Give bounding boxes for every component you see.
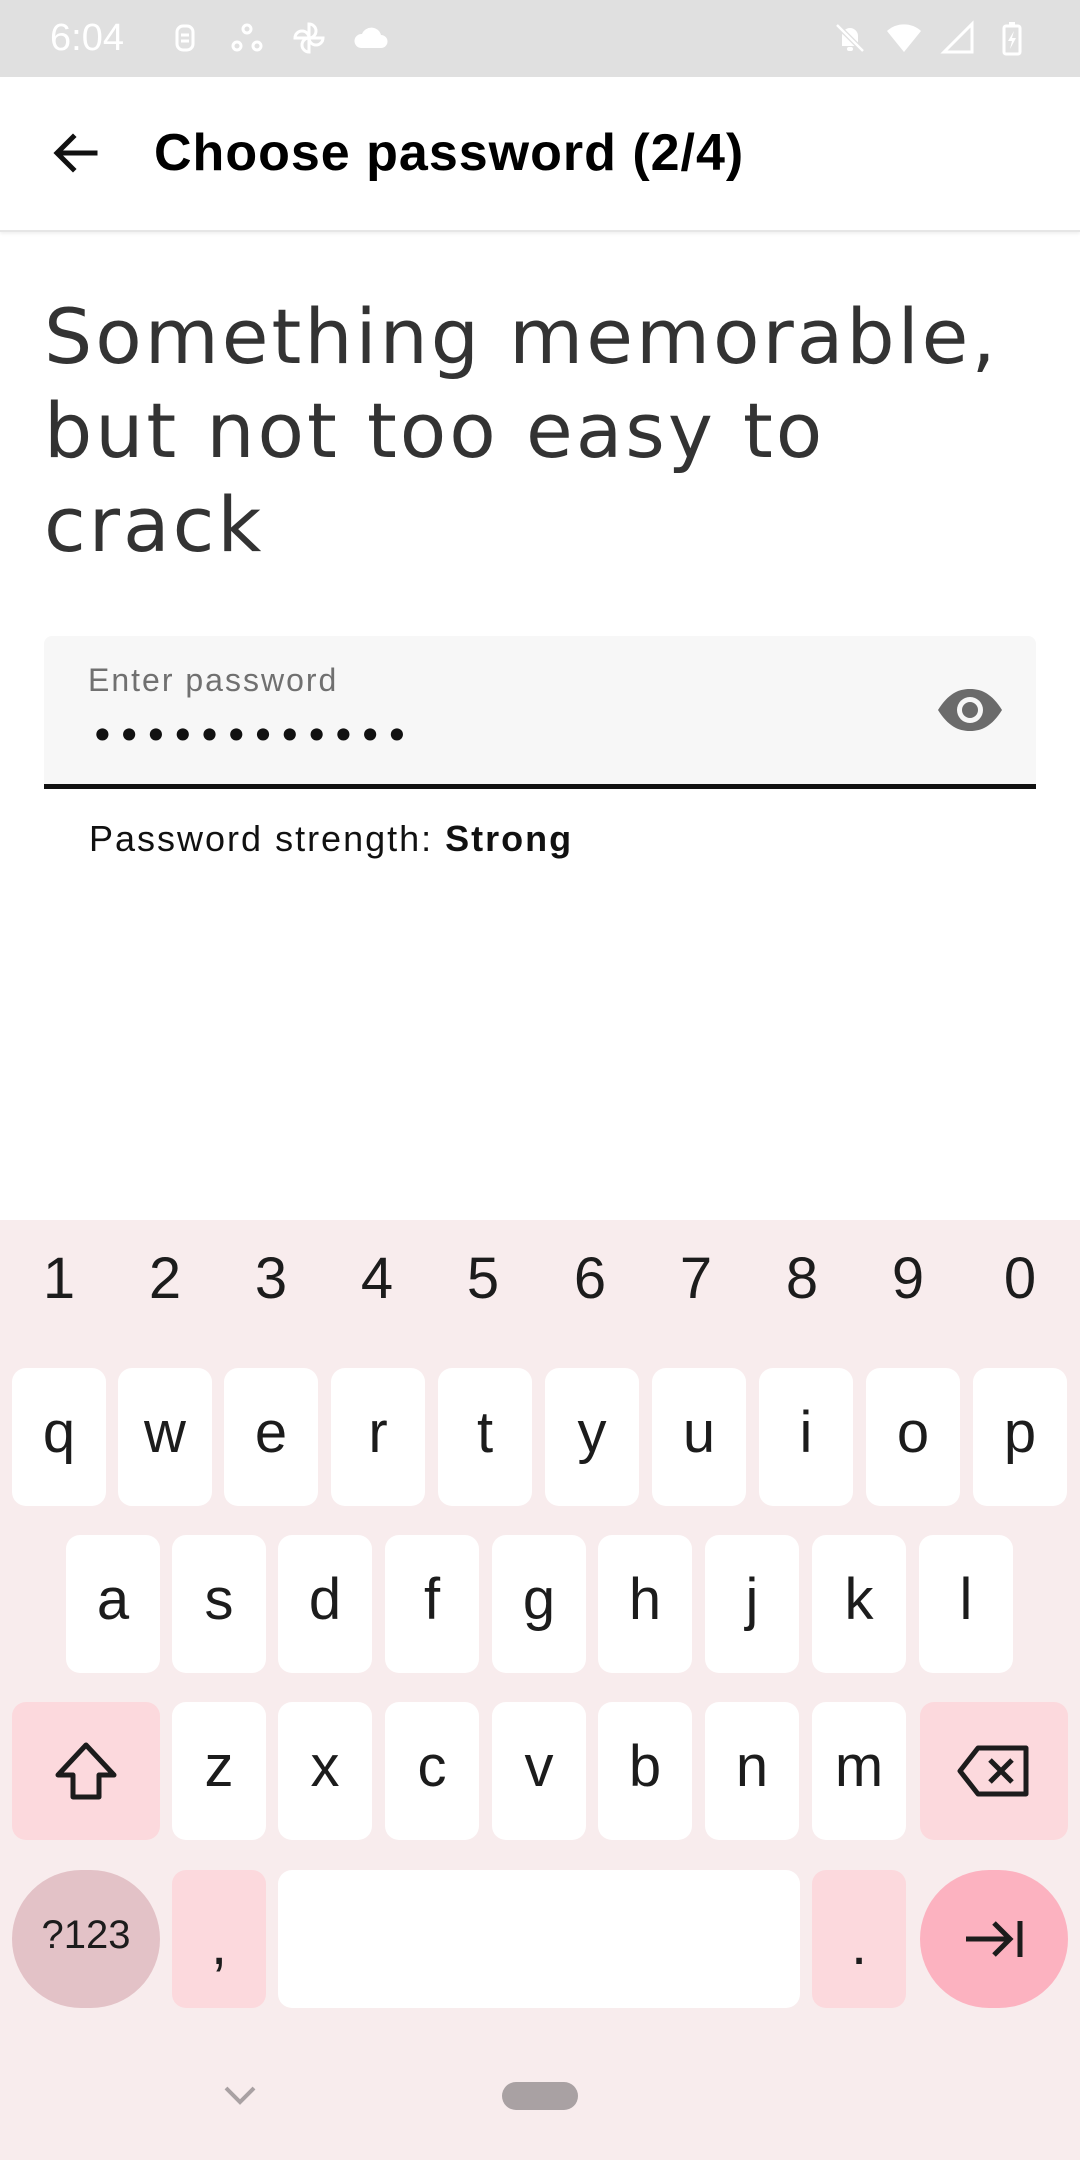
key-e[interactable]: e [224, 1368, 318, 1506]
key-a[interactable]: a [66, 1535, 160, 1673]
key-j[interactable]: j [705, 1535, 799, 1673]
status-time: 6:04 [50, 17, 124, 59]
bell-off-icon [835, 23, 865, 53]
next-key[interactable] [920, 1870, 1068, 2008]
symbols-key[interactable]: ?123 [12, 1870, 160, 2008]
tab-next-icon [966, 1921, 1023, 1957]
key-t[interactable]: t [438, 1368, 532, 1506]
eye-icon [938, 689, 1002, 731]
key-m[interactable]: m [812, 1702, 906, 1840]
key-z[interactable]: z [172, 1702, 266, 1840]
chevron-down-icon[interactable] [218, 2080, 262, 2110]
key-0[interactable]: 0 [970, 1234, 1070, 1324]
number-row: 1 2 3 4 5 6 7 8 9 0 [0, 1234, 1080, 1324]
notification-icon [175, 24, 195, 52]
comma-key[interactable]: , [172, 1870, 266, 2008]
key-4[interactable]: 4 [327, 1234, 427, 1324]
key-7[interactable]: 7 [646, 1234, 746, 1324]
status-left-icons [165, 18, 391, 58]
key-w[interactable]: w [118, 1368, 212, 1506]
sync-icon [231, 23, 263, 52]
shift-icon [55, 1742, 117, 1800]
key-k[interactable]: k [812, 1535, 906, 1673]
key-6[interactable]: 6 [540, 1234, 640, 1324]
key-v[interactable]: v [492, 1702, 586, 1840]
key-h[interactable]: h [598, 1535, 692, 1673]
key-g[interactable]: g [492, 1535, 586, 1673]
password-strength: Password strength: Strong [89, 818, 573, 860]
key-5[interactable]: 5 [433, 1234, 533, 1324]
key-c[interactable]: c [385, 1702, 479, 1840]
password-input[interactable] [88, 708, 912, 762]
back-button[interactable] [40, 122, 110, 184]
key-q[interactable]: q [12, 1368, 106, 1506]
instruction-heading: Something memorable, but not too easy to… [44, 292, 999, 569]
key-9[interactable]: 9 [858, 1234, 958, 1324]
pinwheel-icon [293, 22, 325, 54]
key-s[interactable]: s [172, 1535, 266, 1673]
key-u[interactable]: u [652, 1368, 746, 1506]
period-key[interactable]: . [812, 1870, 906, 2008]
status-bar: 6:04 [0, 0, 1080, 77]
key-3[interactable]: 3 [221, 1234, 321, 1324]
key-n[interactable]: n [705, 1702, 799, 1840]
gesture-nav-handle[interactable] [502, 2082, 578, 2110]
key-y[interactable]: y [545, 1368, 639, 1506]
battery-charging-icon [1002, 22, 1022, 56]
key-1[interactable]: 1 [9, 1234, 109, 1324]
app-bar: Choose password (2/4) [0, 77, 1080, 232]
key-8[interactable]: 8 [752, 1234, 852, 1324]
key-p[interactable]: p [973, 1368, 1067, 1506]
back-arrow-icon [53, 133, 98, 173]
key-i[interactable]: i [759, 1368, 853, 1506]
key-d[interactable]: d [278, 1535, 372, 1673]
password-field-label: Enter password [88, 662, 339, 698]
key-l[interactable]: l [919, 1535, 1013, 1673]
key-o[interactable]: o [866, 1368, 960, 1506]
wifi-icon [887, 24, 921, 52]
password-field[interactable]: Enter password [44, 636, 1036, 789]
status-right-icons [830, 18, 1032, 58]
toggle-visibility-button[interactable] [934, 680, 1006, 740]
cloud-icon [354, 27, 388, 48]
key-r[interactable]: r [331, 1368, 425, 1506]
shift-key[interactable] [12, 1702, 160, 1840]
strength-label: Password strength: [89, 818, 434, 859]
key-2[interactable]: 2 [115, 1234, 215, 1324]
key-b[interactable]: b [598, 1702, 692, 1840]
strength-value: Strong [445, 818, 574, 859]
backspace-icon [957, 1745, 1029, 1797]
space-key[interactable] [278, 1870, 800, 2008]
page-title: Choose password (2/4) [154, 124, 745, 182]
signal-icon [940, 20, 974, 54]
backspace-key[interactable] [920, 1702, 1068, 1840]
soft-keyboard: 1 2 3 4 5 6 7 8 9 0 q w e r t y u i o p … [0, 1220, 1080, 2160]
key-x[interactable]: x [278, 1702, 372, 1840]
key-f[interactable]: f [385, 1535, 479, 1673]
